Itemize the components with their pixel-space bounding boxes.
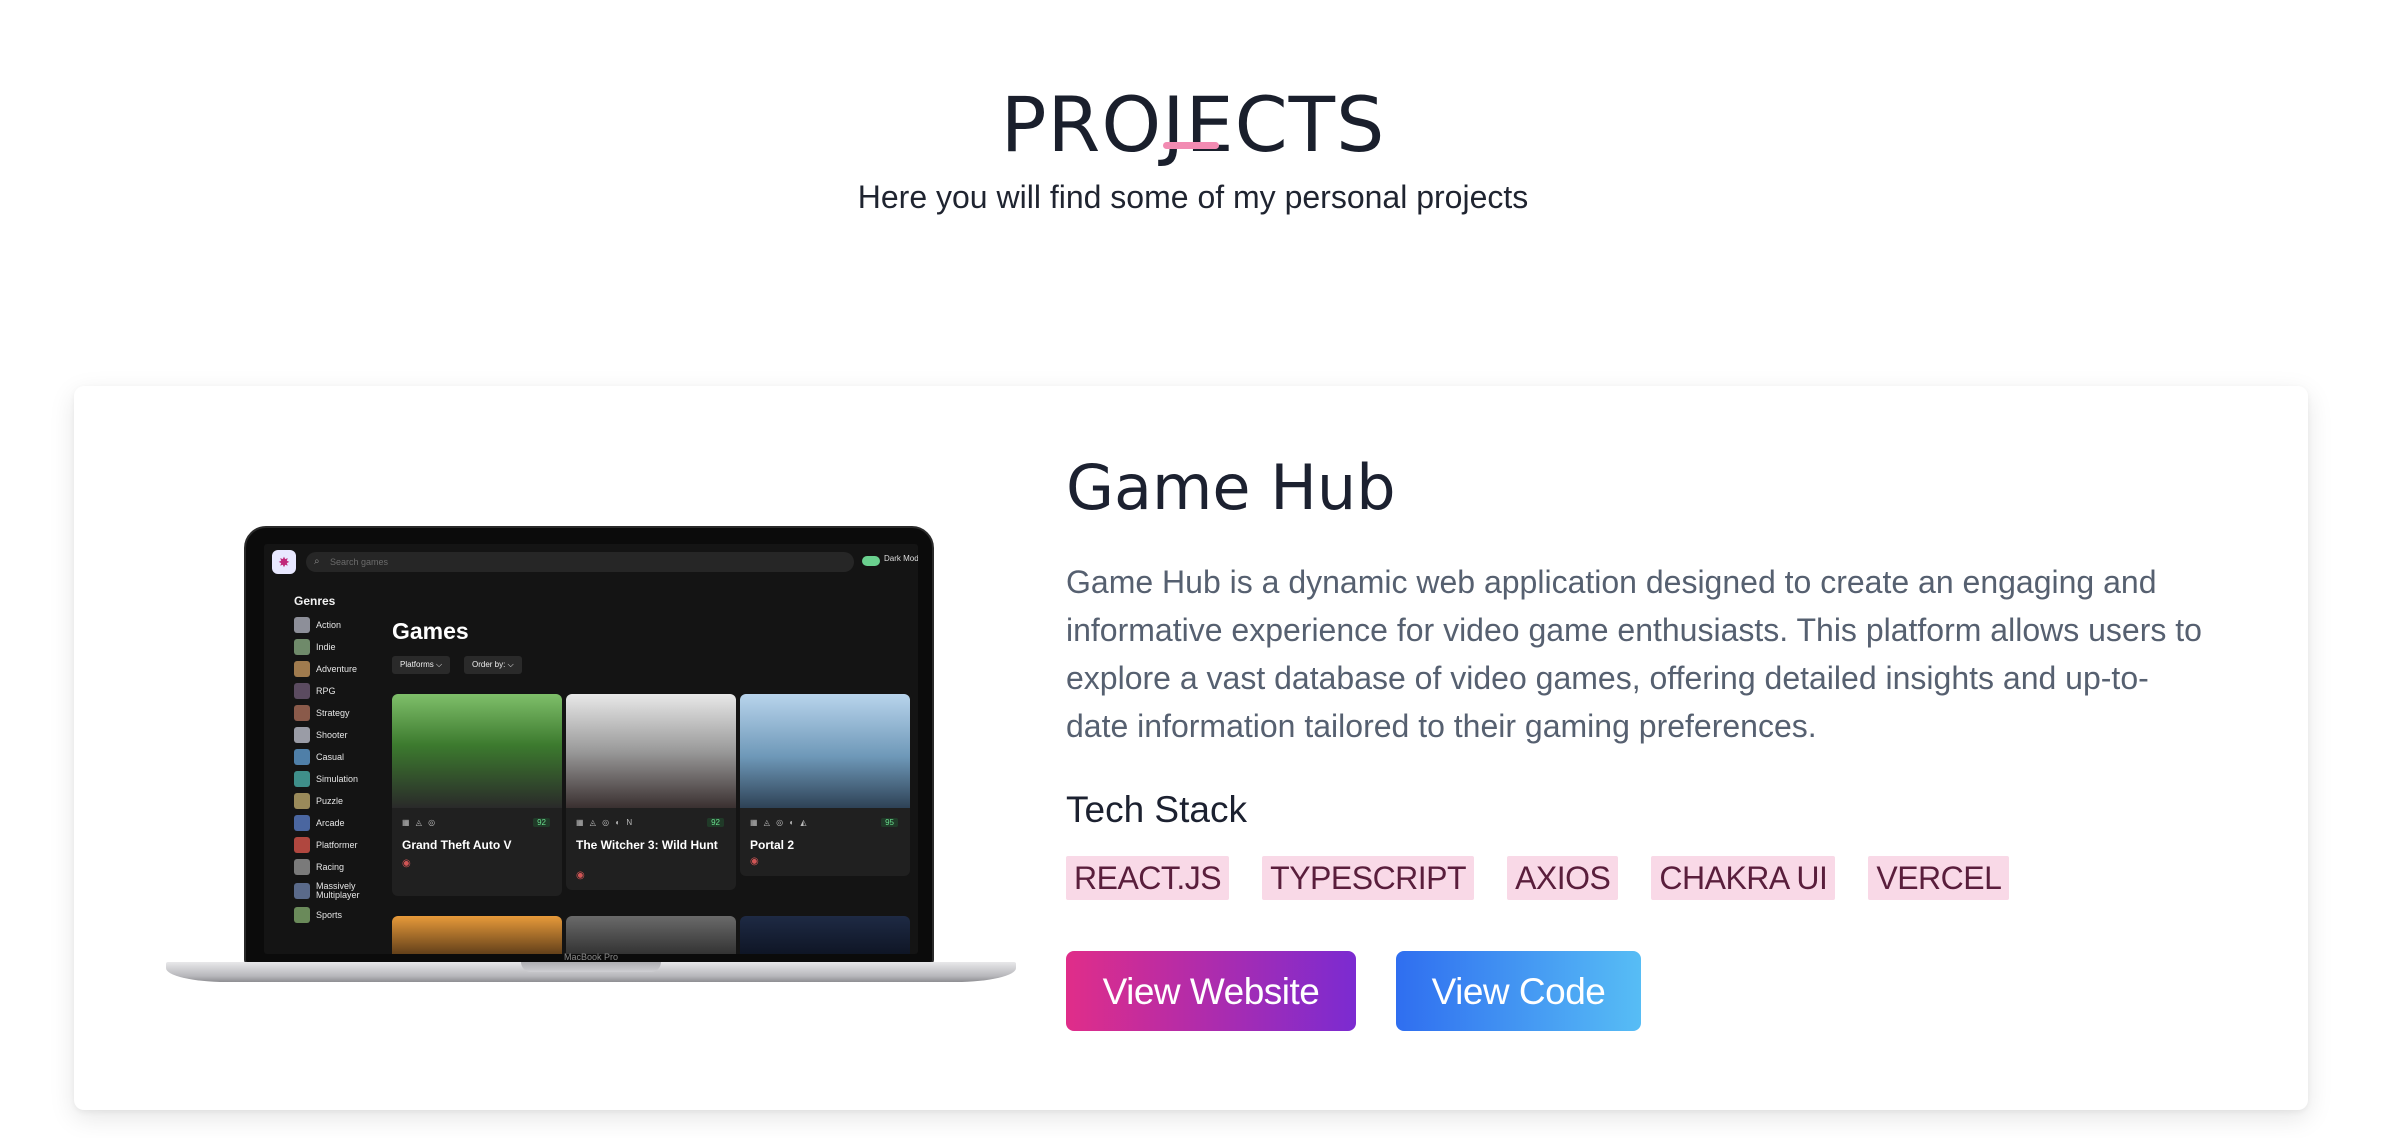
genre-item: Puzzle <box>294 790 374 812</box>
genre-thumbnail <box>294 859 310 875</box>
tech-tag: VERCEL <box>1868 856 2010 900</box>
genre-label: Strategy <box>316 707 350 718</box>
genre-label: Simulation <box>316 773 359 784</box>
genre-thumbnail <box>294 683 310 699</box>
genre-label: Casual <box>316 751 345 762</box>
game-title: Portal 2 <box>750 838 795 852</box>
rating-emoji-icon: ◉ <box>750 856 759 867</box>
genre-list: Action Indie Adventure RPG Strategy Shoo… <box>294 614 374 926</box>
genre-item: Indie <box>294 636 374 658</box>
order-dropdown: Order by: ⌵ <box>464 656 522 674</box>
section-title: PROJECTS <box>1000 79 1386 169</box>
rating-emoji-icon: ◉ <box>576 870 585 881</box>
genre-label: RPG <box>316 685 336 696</box>
genre-item: Strategy <box>294 702 374 724</box>
project-card: ✸ ⌕ Search games Dark Mode Genres Action… <box>74 386 2308 1110</box>
genre-thumbnail <box>294 837 310 853</box>
game-title: Grand Theft Auto V <box>402 838 512 852</box>
genre-item: Platformer <box>294 834 374 856</box>
game-image <box>740 694 910 808</box>
view-website-button[interactable]: View Website <box>1066 951 1356 1031</box>
genre-thumbnail <box>294 883 310 899</box>
tech-tag: CHAKRA UI <box>1651 856 1836 900</box>
genre-item: Simulation <box>294 768 374 790</box>
genres-heading: Genres <box>294 594 336 608</box>
games-heading: Games <box>392 618 469 644</box>
genre-label: Adventure <box>316 663 358 674</box>
laptop-brand-label: MacBook Pro <box>563 952 619 962</box>
tech-tag: TYPESCRIPT <box>1262 856 1475 900</box>
genre-item: Arcade <box>294 812 374 834</box>
genre-label: Arcade <box>316 817 345 828</box>
game-title: The Witcher 3: Wild Hunt <box>576 838 718 852</box>
platform-icons: ▦ ◬ ◎ ◐ ◭ <box>750 818 809 827</box>
genre-item: Massively Multiplayer <box>294 878 374 904</box>
genre-item: Racing <box>294 856 374 878</box>
genre-label: Massively Multiplayer <box>316 881 360 900</box>
app-logo-icon: ✸ <box>272 550 296 574</box>
laptop-lid: ✸ ⌕ Search games Dark Mode Genres Action… <box>244 526 934 964</box>
tech-tag: AXIOS <box>1507 856 1619 900</box>
genre-label: Action <box>316 619 342 630</box>
title-underline <box>1163 142 1219 149</box>
tech-tag: REACT.JS <box>1066 856 1230 900</box>
genre-thumbnail <box>294 705 310 721</box>
genre-label: Racing <box>316 861 345 872</box>
genre-thumbnail <box>294 749 310 765</box>
genre-item: Action <box>294 614 374 636</box>
genre-label: Indie <box>316 641 336 652</box>
genre-thumbnail <box>294 907 310 923</box>
genre-thumbnail <box>294 771 310 787</box>
genre-thumbnail <box>294 815 310 831</box>
mini-search-bar: ⌕ Search games <box>306 552 854 572</box>
genre-label: Shooter <box>316 729 348 740</box>
game-image <box>392 694 562 808</box>
platform-icons: ▦ ◬ ◎ <box>402 818 438 827</box>
rating-emoji-icon: ◉ <box>402 858 411 869</box>
laptop-screen: ✸ ⌕ Search games Dark Mode Genres Action… <box>264 544 918 954</box>
dark-mode-label: Dark Mode <box>884 554 918 563</box>
score-badge: 92 <box>533 818 550 827</box>
mini-search-placeholder: Search games <box>330 557 389 567</box>
platforms-dropdown: Platforms ⌵ <box>392 656 451 674</box>
genre-label: Puzzle <box>316 795 344 806</box>
laptop-notch <box>521 962 661 972</box>
genre-label: Sports <box>316 909 343 920</box>
game-card: ▦ ◬ ◎ ◐ N 92 The Witcher 3: Wild Hunt ◉ <box>566 694 736 890</box>
genre-thumbnail <box>294 617 310 633</box>
game-card-partial <box>392 916 562 954</box>
view-code-button[interactable]: View Code <box>1396 951 1641 1031</box>
dark-mode-toggle <box>862 556 880 566</box>
genre-thumbnail <box>294 793 310 809</box>
genre-item: Casual <box>294 746 374 768</box>
genre-item: Shooter <box>294 724 374 746</box>
tech-stack-list: REACT.JS TYPESCRIPT AXIOS CHAKRA UI VERC… <box>1066 856 2010 900</box>
genre-item: Adventure <box>294 658 374 680</box>
genre-label: Platformer <box>316 839 358 850</box>
genre-thumbnail <box>294 727 310 743</box>
app-topbar: ✸ ⌕ Search games Dark Mode <box>264 544 918 580</box>
genre-thumbnail <box>294 639 310 655</box>
game-image <box>566 694 736 808</box>
genre-item: RPG <box>294 680 374 702</box>
platform-icons: ▦ ◬ ◎ ◐ N <box>576 818 635 827</box>
game-card-partial <box>740 916 910 954</box>
game-card-partial <box>566 916 736 954</box>
game-card: ▦ ◬ ◎ 92 Grand Theft Auto V ◉ <box>392 694 562 896</box>
genre-thumbnail <box>294 661 310 677</box>
score-badge: 95 <box>881 818 898 827</box>
search-icon: ⌕ <box>314 556 320 567</box>
score-badge: 92 <box>707 818 724 827</box>
tech-stack-heading: Tech Stack <box>1066 789 1247 830</box>
section-subtitle: Here you will find some of my personal p… <box>857 179 1529 215</box>
project-title: Game Hub <box>1066 451 1396 524</box>
project-description: Game Hub is a dynamic web application de… <box>1066 564 2202 744</box>
genre-item: Sports <box>294 904 374 926</box>
game-card: ▦ ◬ ◎ ◐ ◭ 95 Portal 2 ◉ <box>740 694 910 876</box>
project-screenshot: ✸ ⌕ Search games Dark Mode Genres Action… <box>166 526 1016 986</box>
